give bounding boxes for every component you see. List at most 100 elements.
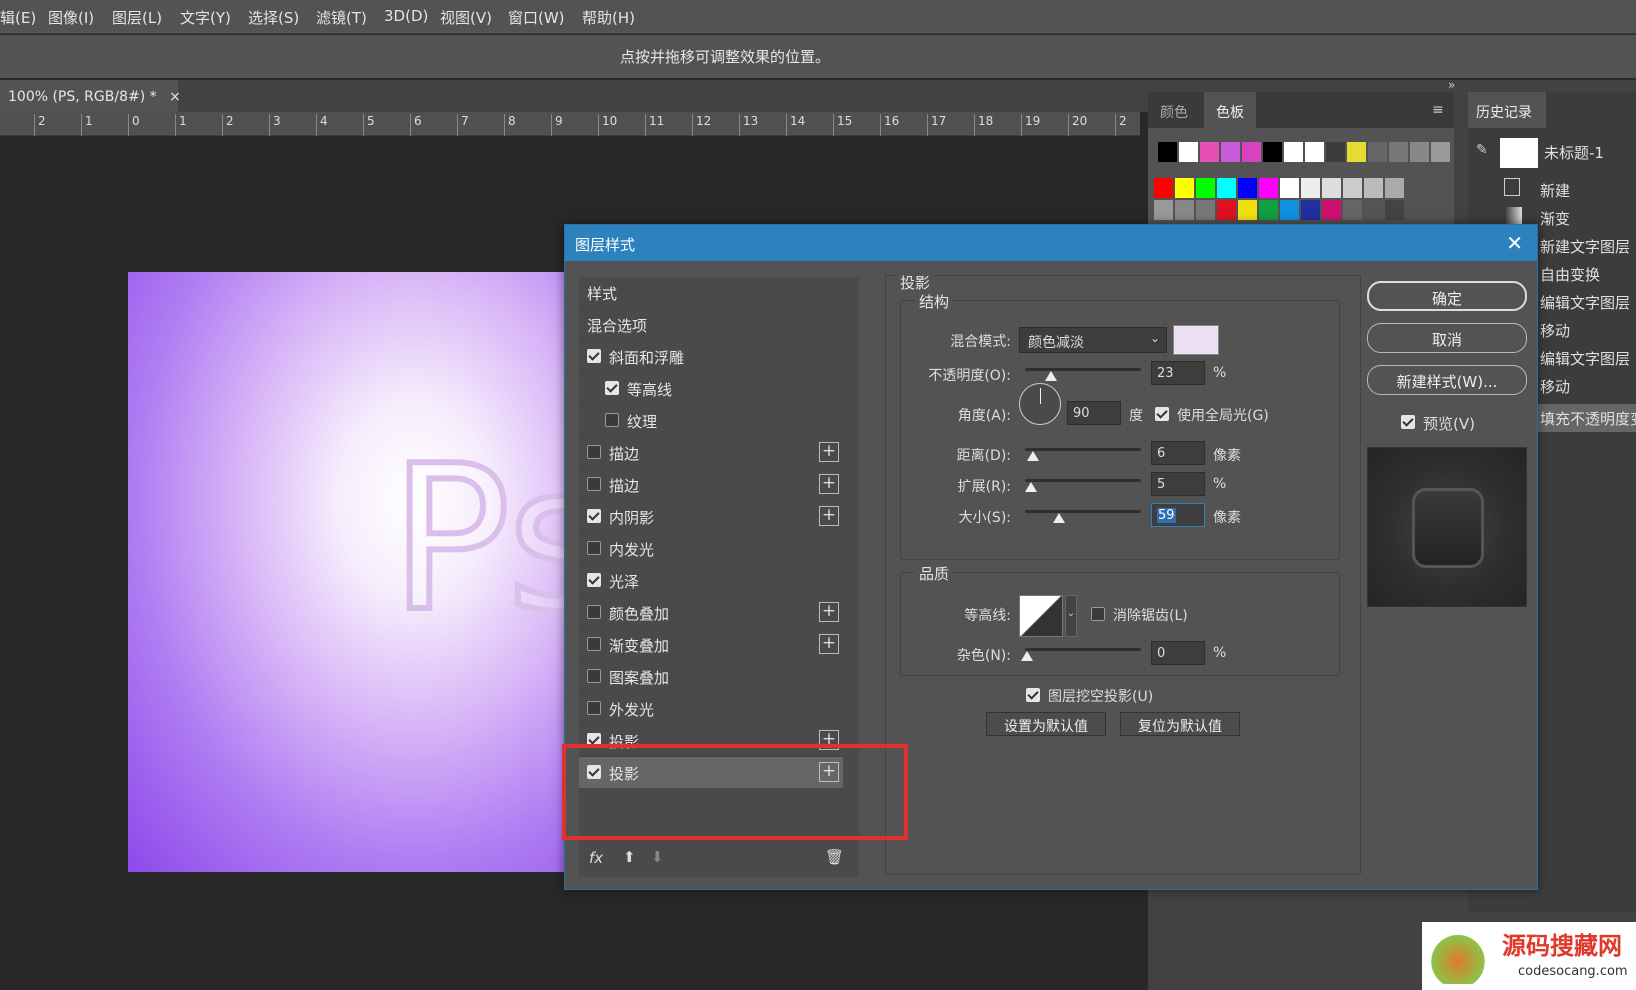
style-item[interactable]: 等高线: [579, 373, 843, 405]
distance-slider[interactable]: [1025, 448, 1141, 461]
panel-menu-icon[interactable]: ≡: [1420, 92, 1456, 128]
opacity-input[interactable]: 23: [1151, 361, 1205, 385]
snapshot-thumbnail[interactable]: [1500, 138, 1538, 168]
gradient-icon: [1504, 207, 1522, 225]
tab-color[interactable]: 颜色: [1148, 92, 1200, 128]
style-checkbox[interactable]: [587, 605, 601, 619]
trash-icon[interactable]: 🗑: [825, 848, 844, 866]
history-item[interactable]: 新建: [1468, 176, 1636, 204]
style-item-label: 描边: [609, 477, 640, 495]
swatch-row-2[interactable]: [1154, 178, 1404, 198]
tab-swatches[interactable]: 色板: [1204, 92, 1256, 128]
menu-filter[interactable]: 滤镜(T): [316, 7, 367, 28]
menu-type[interactable]: 文字(Y): [180, 7, 231, 28]
style-item[interactable]: 描边 +: [579, 437, 843, 469]
menu-window[interactable]: 窗口(W): [508, 7, 565, 28]
slider-thumb[interactable]: [1053, 513, 1065, 523]
add-icon[interactable]: +: [819, 442, 839, 462]
swatch-row-3[interactable]: [1154, 200, 1404, 220]
menu-image[interactable]: 图像(I): [48, 7, 94, 28]
tab-history[interactable]: 历史记录: [1468, 92, 1546, 128]
add-icon[interactable]: +: [819, 474, 839, 494]
history-item-label: 移动: [1540, 322, 1571, 340]
chevron-down-icon[interactable]: ⌄: [1065, 595, 1077, 637]
ruler-tick-label: 2: [1115, 114, 1127, 136]
style-item[interactable]: 渐变叠加 +: [579, 629, 843, 661]
style-item[interactable]: 内阴影 +: [579, 501, 843, 533]
structure-group: 结构 混合模式: 颜色减淡 ⌄ 不透明度(O): 23 % 角度(A): 90 …: [900, 291, 1340, 560]
style-item[interactable]: 内发光: [579, 533, 843, 565]
opacity-slider[interactable]: [1025, 368, 1141, 381]
style-item[interactable]: 颜色叠加 +: [579, 597, 843, 629]
style-item[interactable]: 描边 +: [579, 469, 843, 501]
style-checkbox[interactable]: [605, 381, 619, 395]
add-icon[interactable]: +: [819, 634, 839, 654]
global-light-checkbox[interactable]: [1155, 407, 1169, 421]
swatch-row-1[interactable]: [1158, 142, 1450, 162]
size-input[interactable]: 59: [1151, 503, 1205, 527]
distance-input[interactable]: 6: [1151, 441, 1205, 465]
knockout-checkbox[interactable]: [1026, 688, 1040, 702]
noise-label: 杂色(N):: [956, 648, 1011, 664]
slider-thumb[interactable]: [1045, 371, 1057, 381]
shadow-color-swatch[interactable]: [1173, 325, 1219, 355]
slider-thumb[interactable]: [1027, 451, 1039, 461]
document-tab[interactable]: 100% (PS, RGB/8#) * ×: [0, 80, 181, 112]
style-checkbox[interactable]: [587, 701, 601, 715]
ok-button[interactable]: 确定: [1367, 281, 1527, 311]
style-item[interactable]: 混合选项: [579, 309, 843, 341]
add-icon[interactable]: +: [819, 602, 839, 622]
angle-dial[interactable]: [1019, 383, 1061, 425]
collapse-icon[interactable]: »: [1448, 78, 1455, 92]
preview-checkbox[interactable]: [1401, 415, 1415, 429]
new-style-button[interactable]: 新建样式(W)...: [1367, 365, 1527, 395]
menu-3d[interactable]: 3D(D): [384, 7, 428, 25]
close-icon[interactable]: ×: [169, 89, 181, 105]
spread-label: 扩展(R):: [957, 479, 1011, 495]
spread-unit: %: [1213, 476, 1227, 492]
style-checkbox[interactable]: [587, 573, 601, 587]
reset-default-button[interactable]: 复位为默认值: [1120, 712, 1240, 736]
slider-thumb[interactable]: [1021, 651, 1033, 661]
fx-icon[interactable]: fx: [589, 849, 603, 867]
noise-input[interactable]: 0: [1151, 641, 1205, 665]
style-checkbox[interactable]: [587, 669, 601, 683]
set-default-button[interactable]: 设置为默认值: [986, 712, 1106, 736]
style-checkbox[interactable]: [587, 445, 601, 459]
spread-input[interactable]: 5: [1151, 472, 1205, 496]
style-item[interactable]: 纹理: [579, 405, 843, 437]
ruler-tick-label: 19: [1021, 114, 1040, 136]
close-icon[interactable]: ✕: [1506, 231, 1523, 255]
slider-thumb[interactable]: [1025, 482, 1037, 492]
knockout-label: 图层挖空投影(U): [1048, 689, 1154, 705]
antialias-checkbox[interactable]: [1091, 607, 1105, 621]
menu-view[interactable]: 视图(V): [440, 7, 492, 28]
move-down-icon[interactable]: ⬇: [651, 848, 664, 866]
style-checkbox[interactable]: [605, 413, 619, 427]
style-checkbox[interactable]: [587, 477, 601, 491]
menu-select[interactable]: 选择(S): [248, 7, 299, 28]
move-up-icon[interactable]: ⬆: [623, 848, 636, 866]
size-slider[interactable]: [1025, 510, 1141, 523]
angle-needle: [1040, 388, 1041, 404]
style-item[interactable]: 斜面和浮雕: [579, 341, 843, 373]
add-icon[interactable]: +: [819, 506, 839, 526]
style-item[interactable]: 光泽: [579, 565, 843, 597]
blend-mode-select[interactable]: 颜色减淡 ⌄: [1019, 327, 1167, 353]
menu-help[interactable]: 帮助(H): [582, 7, 635, 28]
noise-slider[interactable]: [1021, 648, 1141, 661]
cancel-button[interactable]: 取消: [1367, 323, 1527, 353]
style-item[interactable]: 外发光: [579, 693, 843, 725]
spread-slider[interactable]: [1025, 479, 1141, 492]
style-checkbox[interactable]: [587, 349, 601, 363]
snapshot-label[interactable]: 未标题-1: [1544, 142, 1604, 163]
menu-layer[interactable]: 图层(L): [112, 7, 162, 28]
style-checkbox[interactable]: [587, 541, 601, 555]
angle-input[interactable]: 90: [1067, 401, 1121, 425]
menu-edit[interactable]: 辑(E): [0, 7, 36, 28]
contour-picker[interactable]: [1019, 595, 1063, 637]
style-checkbox[interactable]: [587, 637, 601, 651]
style-item[interactable]: 样式: [579, 277, 843, 309]
style-item[interactable]: 图案叠加: [579, 661, 843, 693]
style-checkbox[interactable]: [587, 509, 601, 523]
